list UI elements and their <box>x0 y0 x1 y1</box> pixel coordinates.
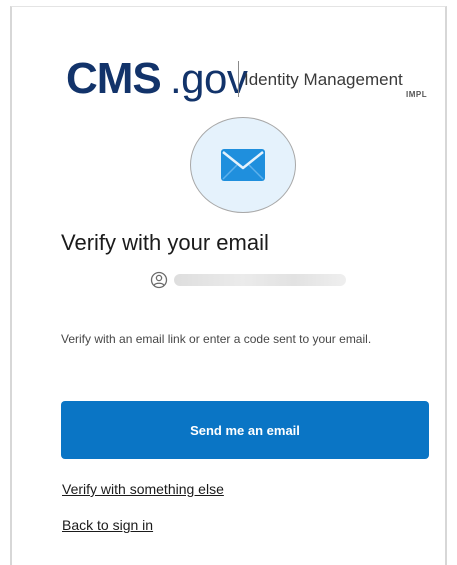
instructions-text: Verify with an email link or enter a cod… <box>61 332 372 346</box>
logo-environment-label: IMPL <box>406 90 428 99</box>
identity-row: •••••••••••••••••••••• <box>150 271 350 289</box>
logo-product-name: Identity Management <box>244 70 403 89</box>
user-icon <box>150 271 168 289</box>
logo-divider <box>238 61 239 97</box>
email-badge <box>190 117 296 213</box>
envelope-icon <box>221 149 265 181</box>
logo-gov-text: .gov <box>170 55 248 102</box>
verify-with-something-else-link[interactable]: Verify with something else <box>62 481 224 497</box>
back-to-sign-in-link[interactable]: Back to sign in <box>62 517 153 533</box>
page-title: Verify with your email <box>61 230 269 255</box>
send-email-button[interactable]: Send me an email <box>61 401 429 459</box>
masked-email: •••••••••••••••••••••• <box>174 274 346 286</box>
cms-gov-logo: CMS .gov Identity Management IMPL <box>66 55 436 115</box>
auth-card: CMS .gov Identity Management IMPL Verify… <box>10 6 447 565</box>
logo-cms-text: CMS <box>66 54 162 103</box>
